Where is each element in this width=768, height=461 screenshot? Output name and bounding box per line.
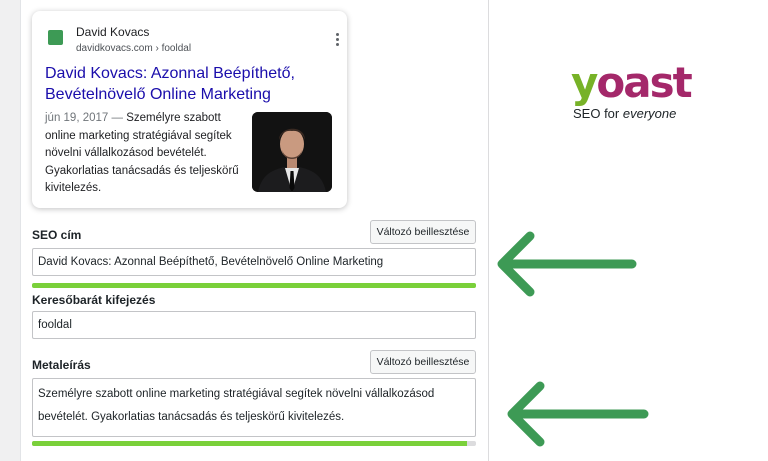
google-serp-preview: David Kovacs davidkovacs.com › fooldal D… xyxy=(32,11,347,208)
serp-description: jún 19, 2017 — Személyre szabott online … xyxy=(45,110,250,198)
site-favicon-icon xyxy=(48,30,63,45)
meta-description-score-bar xyxy=(32,441,476,446)
meta-description-score-fill xyxy=(32,441,468,446)
left-gutter xyxy=(0,0,21,461)
yoast-logo: yoast SEO for everyone xyxy=(571,58,693,124)
seo-title-score-fill xyxy=(32,283,476,288)
serp-date: jún 19, 2017 xyxy=(45,112,109,124)
seo-title-input[interactable]: David Kovacs: Azonnal Beépíthető, Bevéte… xyxy=(32,248,476,276)
serp-site-name: David Kovacs xyxy=(76,25,150,39)
yoast-wordmark: yoast xyxy=(571,58,693,107)
seo-title-insert-variable-button[interactable]: Változó beillesztése xyxy=(370,220,476,244)
serp-date-separator: — xyxy=(111,112,124,124)
focus-keyphrase-label: Keresőbarát kifejezés xyxy=(32,293,156,307)
yoast-seo-panel: David Kovacs davidkovacs.com › fooldal D… xyxy=(21,0,488,461)
meta-description-label: Metaleírás xyxy=(32,358,91,372)
serp-site-url: davidkovacs.com › fooldal xyxy=(76,43,192,54)
focus-keyphrase-input[interactable]: fooldal xyxy=(32,311,476,339)
seo-title-score-bar xyxy=(32,283,476,288)
more-options-icon[interactable] xyxy=(332,33,342,49)
meta-description-insert-variable-button[interactable]: Változó beillesztése xyxy=(370,350,476,374)
seo-title-label: SEO cím xyxy=(32,228,82,242)
arrow-left-icon xyxy=(497,231,637,297)
meta-description-textarea[interactable]: Személyre szabott online marketing strat… xyxy=(32,378,476,437)
yoast-tagline: SEO for everyone xyxy=(573,106,677,121)
portrait-photo-icon xyxy=(252,112,332,192)
serp-title[interactable]: David Kovacs: Azonnal Beépíthető, Bevéte… xyxy=(45,63,335,105)
arrow-left-icon xyxy=(507,381,649,447)
serp-description-text: Személyre szabott online marketing strat… xyxy=(45,112,239,194)
